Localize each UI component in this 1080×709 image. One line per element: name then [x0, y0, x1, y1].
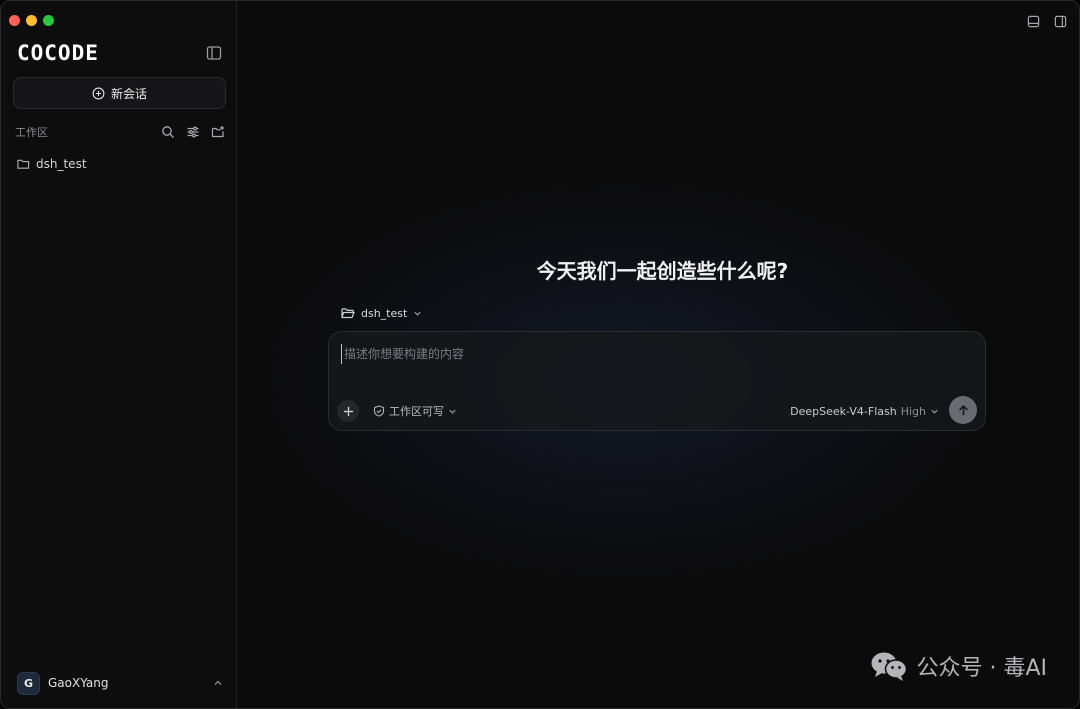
bottom-panel-toggle-icon[interactable] — [1027, 13, 1040, 32]
workspace-folder-item[interactable]: dsh_test — [17, 154, 227, 174]
chevron-down-icon — [931, 409, 938, 414]
right-panel-toggle-icon[interactable] — [1054, 13, 1067, 32]
avatar: G — [17, 671, 40, 695]
add-attachment-button[interactable] — [337, 400, 359, 422]
folder-open-icon — [341, 308, 355, 319]
prompt-composer: 工作区可写 DeepSeek-V4-Flash High — [328, 331, 986, 431]
user-profile[interactable]: G GaoXYang — [17, 671, 223, 695]
greeting-title: 今天我们一起创造些什么呢? — [536, 259, 789, 283]
chevron-up-icon[interactable] — [213, 678, 223, 688]
watermark-text: 公众号 · 毒AI — [916, 656, 1047, 681]
folder-select-label: dsh_test — [361, 306, 408, 320]
new-chat-button[interactable]: 新会话 — [13, 77, 226, 109]
send-button[interactable] — [949, 396, 977, 424]
user-name: GaoXYang — [48, 676, 109, 690]
model-name: DeepSeek-V4-Flash — [790, 404, 897, 418]
model-level: High — [900, 404, 926, 418]
workspace-label: 工作区 — [15, 126, 48, 139]
folder-name: dsh_test — [36, 157, 87, 171]
arrow-up-icon — [958, 404, 968, 415]
wechat-icon — [871, 652, 908, 681]
close-window-button[interactable] — [9, 15, 20, 26]
chevron-down-icon — [449, 409, 456, 414]
plus-icon — [343, 406, 353, 416]
window-controls — [9, 15, 54, 26]
workspace-folder-select[interactable]: dsh_test — [341, 304, 422, 322]
sidebar-toggle-icon[interactable] — [206, 45, 222, 61]
new-folder-icon[interactable] — [211, 125, 225, 139]
new-chat-label: 新会话 — [110, 86, 147, 101]
app-logo: COCODE — [17, 41, 99, 65]
search-icon[interactable] — [161, 125, 175, 139]
maximize-window-button[interactable] — [43, 15, 54, 26]
app-window: COCODE 新会话 工作区 dsh_test G GaoXYang 今天我们一… — [0, 0, 1080, 709]
filter-settings-icon[interactable] — [186, 125, 200, 139]
chevron-down-icon — [414, 311, 421, 316]
sidebar: COCODE 新会话 工作区 dsh_test G GaoXYang — [1, 1, 237, 708]
main-area: 今天我们一起创造些什么呢? dsh_test 描述你想要构建的内容 工作区可写 … — [238, 1, 1079, 708]
permission-label: 工作区可写 — [389, 405, 444, 418]
plus-circle-icon — [92, 87, 105, 99]
prompt-input[interactable] — [341, 344, 971, 364]
top-right-controls — [1027, 13, 1067, 32]
permission-select[interactable]: 工作区可写 — [373, 403, 457, 419]
shield-check-icon — [373, 405, 385, 417]
workspace-header: 工作区 — [15, 123, 225, 141]
minimize-window-button[interactable] — [26, 15, 37, 26]
watermark: 公众号 · 毒AI — [870, 651, 1047, 681]
folder-icon — [17, 159, 30, 169]
model-select[interactable]: DeepSeek-V4-Flash High — [790, 403, 939, 419]
